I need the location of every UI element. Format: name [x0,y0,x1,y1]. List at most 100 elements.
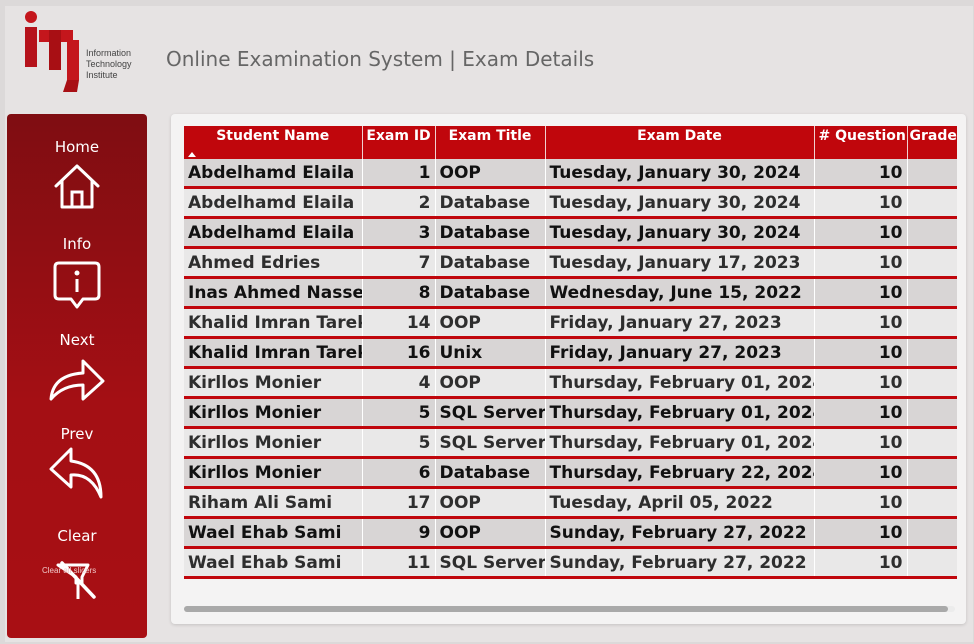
iti-logo-mark [25,11,79,92]
header-exam-id[interactable]: Exam ID [362,126,436,159]
clear-tooltip: Clear all slicers [42,566,97,575]
cell-exam-title: OOP [435,487,546,519]
cell-question-count: 10 [814,367,908,399]
table-row[interactable]: Kirllos Monier 4 OOP Thursday, February 01,… [184,367,957,399]
nav-prev-button[interactable]: Prev [7,425,147,501]
cell-exam-title: OOP [435,517,546,549]
page-title: Online Examination System | Exam Details [166,47,595,71]
cell-exam-date: Tuesday, January 17, 2023 [545,247,815,279]
cell-grade: 50 [907,367,957,399]
header-exam-date[interactable]: Exam Date [545,126,815,159]
cell-grade: 40 [907,397,957,429]
logo-caption: Information Technology Institute [86,48,156,81]
cell-exam-id: 1 [362,159,436,189]
horizontal-scrollbar-thumb[interactable] [184,606,948,612]
info-icon [53,261,101,309]
cell-exam-title: OOP [435,367,546,399]
cell-exam-id: 8 [362,277,436,309]
cell-question-count: 10 [814,397,908,429]
nav-info-button[interactable]: Info [7,235,147,311]
cell-student-name: Abdelhamd Elaila [184,217,363,249]
cell-exam-id: 5 [362,397,436,429]
reply-arrow-icon [49,447,103,499]
cell-student-name: Wael Ehab Sami [184,547,363,579]
table-row[interactable]: Kirllos Monier 5 SQL Server Thursday, Febru… [184,397,957,429]
table-row[interactable]: Abdelhamd Elaila 2 Database Tuesday, Januar… [184,187,957,219]
exam-table-viewport[interactable]: Student Name Exam ID Exam Title Exam Dat… [184,126,957,586]
header-question-count[interactable]: # Question [814,126,908,159]
cell-exam-title: Unix [435,337,546,369]
cell-student-name: Kirllos Monier [184,427,363,459]
cell-exam-id: 9 [362,517,436,549]
cell-question-count: 10 [814,307,908,339]
cell-exam-title: Database [435,187,546,219]
cell-exam-title: Database [435,277,546,309]
cell-exam-date: Tuesday, April 05, 2022 [545,487,815,519]
table-row[interactable]: Wael Ehab Sami 11 SQL Server Sunday, Februa… [184,547,957,579]
table-row[interactable]: Khalid Imran Tarek 16 Unix Friday, January … [184,337,957,369]
cell-student-name: Abdelhamd Elaila [184,159,363,189]
cell-question-count: 10 [814,427,908,459]
cell-exam-date: Thursday, February 22, 2024 [545,457,815,489]
forward-arrow-icon [49,359,105,401]
cell-exam-id: 14 [362,307,436,339]
cell-exam-date: Sunday, February 27, 2022 [545,517,815,549]
cell-exam-date: Sunday, February 27, 2022 [545,547,815,579]
cell-question-count: 10 [814,159,908,189]
table-row[interactable]: Inas Ahmed Nasser 8 Database Wednesday, Jun… [184,277,957,309]
cell-exam-title: SQL Server [435,397,546,429]
cell-exam-date: Friday, January 27, 2023 [545,337,815,369]
cell-exam-date: Thursday, February 01, 2024 [545,367,815,399]
cell-exam-id: 6 [362,457,436,489]
cell-grade: 90 [907,457,957,489]
table-row[interactable]: Abdelhamd Elaila 3 Database Tuesday, Januar… [184,217,957,249]
cell-student-name: Riham Ali Sami [184,487,363,519]
nav-prev-label: Prev [60,425,94,443]
nav-info-label: Info [62,235,92,253]
cell-question-count: 10 [814,487,908,519]
table-row[interactable]: Riham Ali Sami 17 OOP Tuesday, April 05, 20… [184,487,957,519]
header-grade[interactable]: Grade [907,126,957,159]
header-exam-title[interactable]: Exam Title [435,126,546,159]
cell-grade: 50 [907,487,957,519]
logo-line-2: Technology [86,59,132,69]
table-row[interactable]: Kirllos Monier 5 SQL Server Thursday, Febru… [184,427,957,459]
table-row[interactable]: Kirllos Monier 6 Database Thursday, Februar… [184,457,957,489]
header-student-name-label: Student Name [216,128,330,144]
cell-exam-date: Friday, January 27, 2023 [545,307,815,339]
cell-exam-title: Database [435,247,546,279]
cell-grade: 50 [907,517,957,549]
table-row[interactable]: Ahmed Edries 7 Database Tuesday, January 17… [184,247,957,279]
home-icon [54,164,100,209]
table-header-row: Student Name Exam ID Exam Title Exam Dat… [184,126,957,159]
cell-grade: 30 [907,217,957,249]
nav-next-button[interactable]: Next [7,331,147,403]
cell-grade: 40 [907,187,957,219]
cell-grade: 30 [907,159,957,189]
cell-exam-date: Thursday, February 01, 2024 [545,397,815,429]
cell-exam-title: SQL Server [435,427,546,459]
cell-student-name: Ahmed Edries [184,247,363,279]
horizontal-scrollbar[interactable] [184,606,955,612]
header-student-name[interactable]: Student Name [184,126,363,159]
cell-student-name: Inas Ahmed Nasser [184,277,363,309]
sort-ascending-icon [188,152,196,157]
table-row[interactable]: Khalid Imran Tarek 14 OOP Friday, January 2… [184,307,957,339]
cell-exam-title: SQL Server [435,547,546,579]
cell-exam-id: 16 [362,337,436,369]
table-row[interactable]: Abdelhamd Elaila 1 OOP Tuesday, January 30,… [184,159,957,189]
cell-exam-title: OOP [435,159,546,189]
cell-question-count: 10 [814,247,908,279]
clear-filter-icon [56,561,96,599]
cell-student-name: Khalid Imran Tarek [184,337,363,369]
table-row[interactable]: Wael Ehab Sami 9 OOP Sunday, February 27, 2… [184,517,957,549]
cell-question-count: 10 [814,217,908,249]
logo-line-3: Institute [86,70,118,80]
cell-student-name: Wael Ehab Sami [184,517,363,549]
cell-question-count: 10 [814,337,908,369]
cell-grade: 10 [907,337,957,369]
cell-exam-id: 3 [362,217,436,249]
cell-exam-id: 7 [362,247,436,279]
cell-exam-date: Tuesday, January 30, 2024 [545,217,815,249]
nav-home-button[interactable]: Home [7,138,147,212]
